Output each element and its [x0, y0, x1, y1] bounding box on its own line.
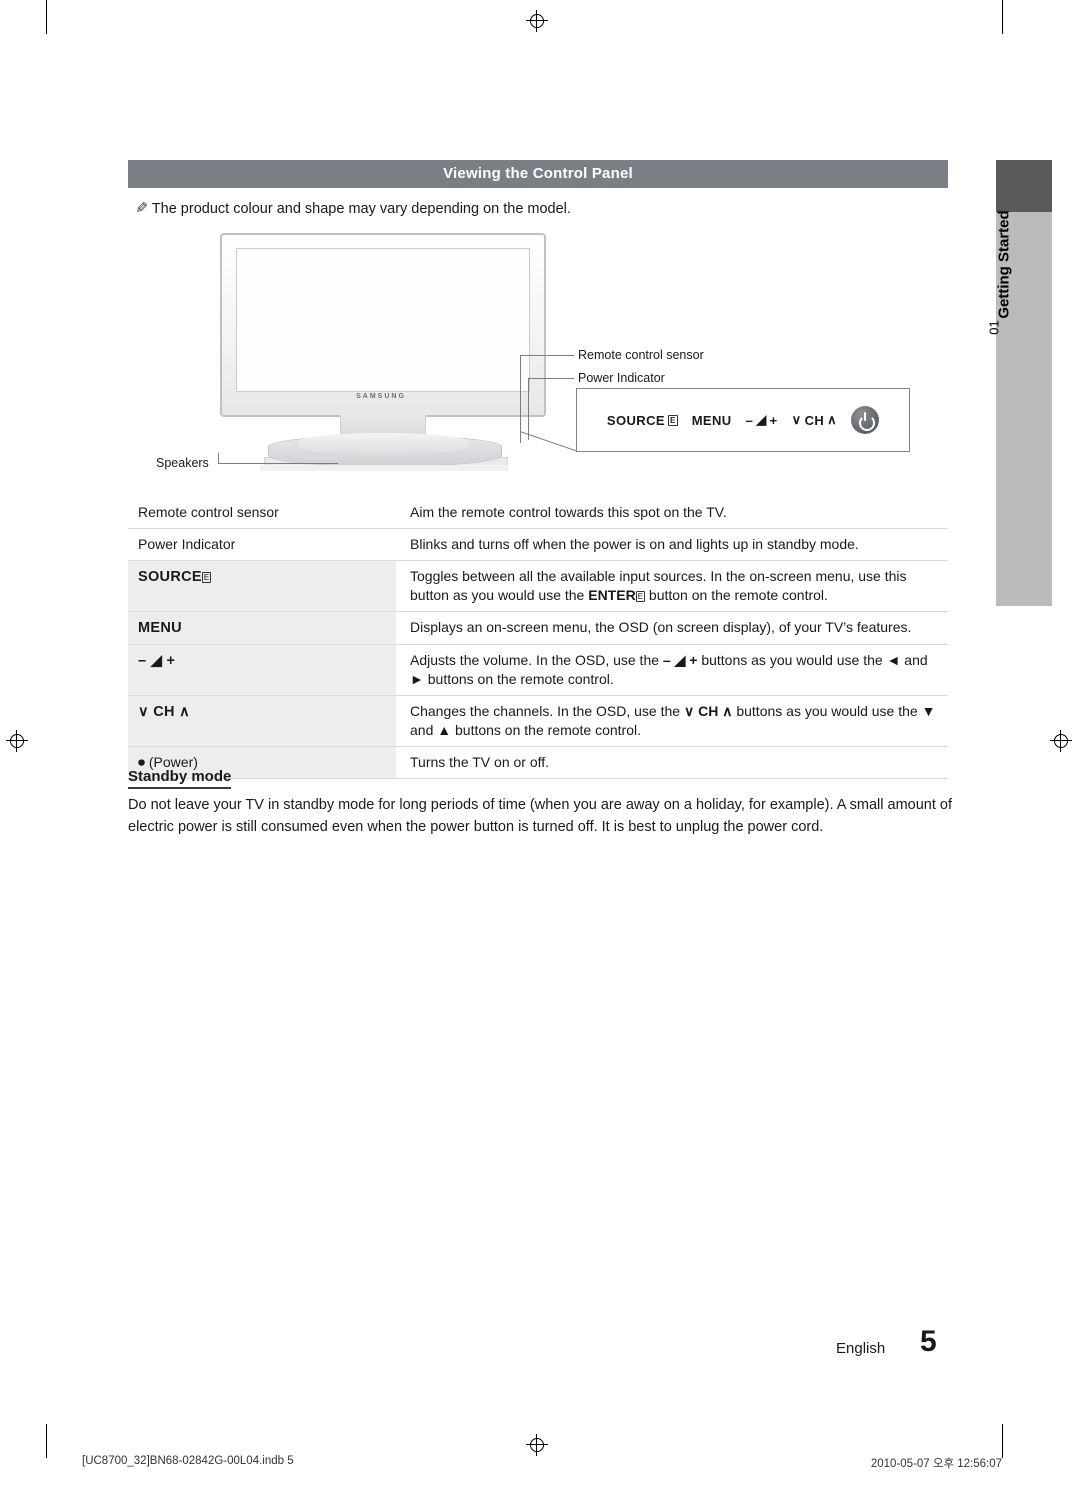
registration-mark-top: [526, 10, 548, 32]
chevron-up-icon: ∧: [827, 412, 838, 427]
panel-ch-label: CH: [804, 412, 825, 428]
table-key-power-indicator: Power Indicator: [128, 528, 396, 561]
footer-timestamp: 2010-05-07 오후 12:56:07: [870, 1458, 1002, 1470]
table-row: MENU Displays an on-screen menu, the OSD…: [128, 611, 948, 646]
table-value-power: Turns the TV on or off.: [396, 746, 948, 779]
table-key-menu: MENU: [128, 611, 396, 646]
registration-mark-left: [6, 730, 28, 752]
table-value-power-indicator: Blinks and turns off when the power is o…: [396, 528, 948, 561]
table-key-channel-label: ∨ CH ∧: [138, 703, 191, 720]
table-value-channel-part1: Changes the channels. In the OSD, use th…: [410, 702, 684, 719]
leader-sensor-h: [520, 355, 574, 356]
table-value-channel-glyphs: ∨ CH ∧: [683, 702, 733, 719]
table-key-volume: – ◢ +: [128, 644, 396, 696]
table-key-volume-label: – ◢ +: [138, 653, 176, 670]
side-tab: 01 Getting Started: [968, 160, 1052, 606]
table-key-remote-control-sensor: Remote control sensor: [128, 497, 396, 529]
control-panel-closeup: SOURCE E MENU – ◢ + ∨ CH ∧: [576, 388, 910, 452]
crop-mark-bottom-right-v: [1002, 1424, 1003, 1458]
volume-speaker-icon: ◢: [756, 412, 767, 427]
table-value-volume-part1: Adjusts the volume. In the OSD, use the: [410, 652, 663, 669]
tv-bezel: [220, 233, 546, 417]
note-line: ✎ The product colour and shape may vary …: [128, 199, 571, 217]
leader-power-h: [528, 378, 574, 379]
registration-mark-bottom: [526, 1434, 548, 1456]
table-value-volume: Adjusts the volume. In the OSD, use the …: [396, 644, 948, 696]
callout-speakers: Speakers: [156, 456, 209, 470]
panel-source-button[interactable]: SOURCE E: [607, 413, 678, 428]
table-value-source-part2: button on the remote control.: [645, 586, 828, 603]
table-row: Remote control sensor Aim the remote con…: [128, 497, 948, 529]
panel-volume-minus: –: [745, 412, 754, 428]
table-value-source: Toggles between all the available input …: [396, 560, 948, 612]
panel-source-label: SOURCE: [606, 412, 665, 428]
tv-illustration: SAMSUNG: [220, 233, 560, 473]
table-value-menu: Displays an on-screen menu, the OSD (on …: [396, 611, 948, 646]
footer-file-info: [UC8700_32]BN68-02842G-00L04.indb 5: [82, 1455, 294, 1467]
crop-mark-top-left-v: [46, 0, 47, 34]
table-row: ⏺ (Power) Turns the TV on or off.: [128, 746, 948, 779]
standby-body: Do not leave your TV in standby mode for…: [128, 797, 952, 835]
side-tab-label: Getting Started: [995, 210, 1013, 319]
tv-shadow: [260, 465, 508, 471]
page-number: 5: [920, 1325, 937, 1358]
leader-speakers-v: [218, 453, 219, 464]
panel-channel-controls[interactable]: ∨ CH ∧: [792, 412, 837, 428]
crop-mark-top-right-v: [1002, 0, 1003, 34]
callout-power-indicator: Power Indicator: [578, 371, 665, 385]
table-key-source: SOURCE E: [128, 560, 396, 612]
leader-speakers-h: [218, 463, 338, 464]
leader-power-v: [528, 378, 529, 440]
enter-icon: E: [635, 590, 646, 602]
panel-volume-plus: +: [769, 412, 778, 428]
panel-menu-button[interactable]: MENU: [692, 413, 732, 428]
table-key-channel: ∨ CH ∧: [128, 695, 396, 747]
registration-mark-right: [1050, 730, 1072, 752]
tv-screen: [236, 248, 530, 392]
tv-brand-logo: SAMSUNG: [356, 393, 406, 400]
power-icon[interactable]: [851, 406, 880, 434]
control-panel-illustration: SAMSUNG Remote control sensor Power Indi…: [128, 225, 948, 480]
standby-heading: Standby mode: [128, 768, 232, 789]
enter-icon: E: [667, 414, 678, 426]
section-title: Viewing the Control Panel: [128, 160, 948, 188]
table-key-source-label: SOURCE: [138, 568, 202, 585]
table-key-menu-label: MENU: [138, 619, 182, 636]
table-row: ∨ CH ∧ Changes the channels. In the OSD,…: [128, 695, 948, 747]
chevron-down-icon: ∨: [791, 412, 802, 427]
crop-mark-bottom-left-v: [46, 1424, 47, 1458]
note-pencil-icon: ✎: [135, 200, 148, 217]
control-panel-table: Remote control sensor Aim the remote con…: [128, 497, 948, 779]
table-row: Power Indicator Blinks and turns off whe…: [128, 528, 948, 561]
table-value-channel: Changes the channels. In the OSD, use th…: [396, 695, 948, 747]
table-row: – ◢ + Adjusts the volume. In the OSD, us…: [128, 644, 948, 696]
tv-stand-base-inner: [298, 433, 468, 455]
table-row: SOURCE E Toggles between all the availabl…: [128, 560, 948, 612]
note-text: The product colour and shape may vary de…: [151, 201, 571, 217]
leader-sensor-v: [520, 355, 521, 443]
callout-remote-control-sensor: Remote control sensor: [578, 348, 704, 362]
table-value-source-enter: ENTER: [588, 586, 636, 603]
table-value-remote-control-sensor: Aim the remote control towards this spot…: [396, 497, 948, 529]
table-value-volume-glyphs: – ◢ +: [662, 652, 698, 669]
page-language: English: [836, 1340, 886, 1357]
panel-volume-controls[interactable]: – ◢ +: [746, 412, 778, 428]
enter-icon: E: [201, 571, 212, 583]
